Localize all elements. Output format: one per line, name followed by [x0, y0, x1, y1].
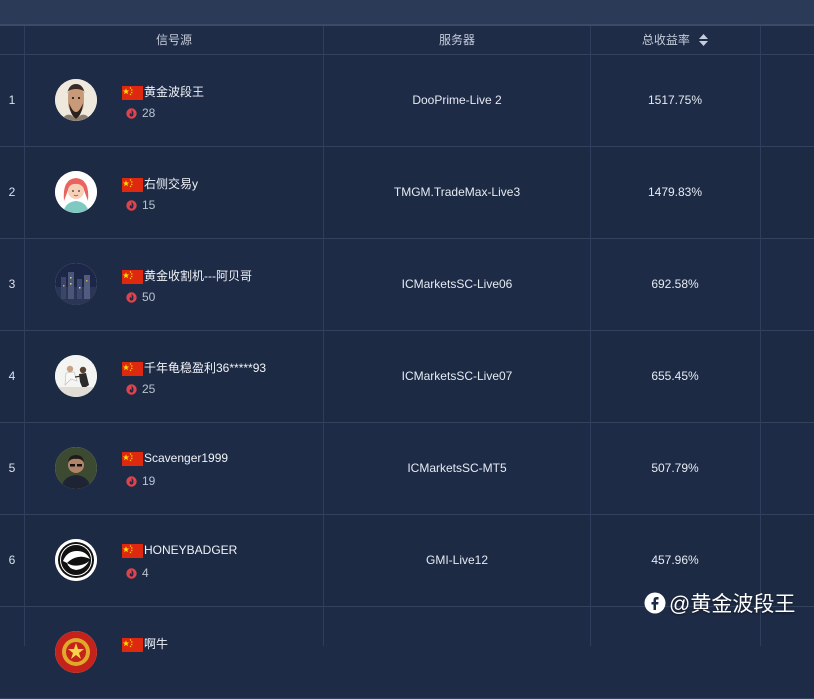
rank-number: 5 — [8, 461, 16, 475]
rank-number — [0, 607, 24, 698]
rank-number: 4 — [8, 369, 16, 383]
follower-count: 25 — [126, 382, 155, 396]
column-header-total-return[interactable]: 总收益率 — [590, 26, 760, 54]
table-row[interactable]: 2 右侧交易y 15 TMGM.TradeMax-Live3 1479.83% — [0, 147, 814, 239]
avatar[interactable] — [55, 263, 97, 305]
watermark-text: @黄金波段王 — [669, 593, 796, 616]
server-name: DooPrime-Live 2 — [412, 93, 502, 107]
server-name: GMI-Live12 — [425, 553, 489, 567]
follower-count-text: 28 — [142, 106, 156, 120]
honey-badger-logo-icon — [55, 539, 97, 581]
china-flag-icon — [122, 361, 143, 376]
fire-icon — [126, 568, 137, 579]
rank-number: 2 — [8, 185, 16, 199]
signal-name-text: HONEYBADGER — [144, 543, 238, 557]
table-row[interactable]: 4 千年龟稳盈利36*****93 25 ICMarketsSC-Live07 … — [0, 331, 814, 423]
follower-count-text: 50 — [142, 290, 156, 304]
column-header-server[interactable]: 服务器 — [324, 26, 590, 54]
column-divider — [590, 26, 591, 646]
follower-count-text: 25 — [142, 382, 156, 396]
follower-count-text: 4 — [142, 566, 149, 580]
china-flag-icon — [122, 637, 143, 652]
china-flag-icon — [122, 451, 143, 466]
sort-icon[interactable] — [699, 28, 709, 56]
column-header-total-return-label: 总收益率 — [641, 33, 690, 47]
total-return-value: 1479.83% — [647, 185, 703, 199]
follower-count: 28 — [126, 106, 155, 120]
server-name: ICMarketsSC-Live06 — [401, 277, 513, 291]
china-flag-icon — [122, 269, 143, 284]
avatar[interactable] — [55, 79, 97, 121]
server-name: ICMarketsSC-Live07 — [401, 369, 513, 383]
total-return-value: 1517.75% — [647, 93, 703, 107]
follower-count-text: 19 — [142, 474, 156, 488]
signal-name[interactable]: 黄金波段王 — [122, 83, 205, 100]
china-flag-icon — [122, 85, 143, 100]
platform-logo-icon — [644, 592, 666, 620]
server-name: ICMarketsSC-MT5 — [407, 461, 507, 475]
signal-name-text: 黄金波段王 — [144, 85, 205, 99]
signal-name[interactable]: 啊牛 — [122, 635, 169, 652]
fire-icon — [126, 476, 137, 487]
night-city-photo-icon — [55, 263, 97, 305]
total-return-value: 655.45% — [651, 369, 699, 383]
column-divider — [323, 26, 324, 646]
signal-name[interactable]: Scavenger1999 — [122, 451, 228, 467]
fire-icon — [126, 108, 137, 119]
table-row[interactable]: 1 黄金波段王 28 DooPrime-Live 2 1517.75% — [0, 55, 814, 147]
table-row[interactable]: 3 黄金收割机---阿贝哥 50 ICMarketsSC-Live06 692.… — [0, 239, 814, 331]
watermark: @黄金波段王 — [644, 588, 796, 616]
follower-count: 4 — [126, 566, 149, 580]
signal-name[interactable]: 千年龟稳盈利36*****93 — [122, 359, 267, 376]
bearded-man-illustration-icon — [55, 79, 97, 121]
column-divider — [760, 26, 761, 646]
signal-name[interactable]: 右侧交易y — [122, 175, 199, 192]
man-portrait-photo-icon — [55, 447, 97, 489]
rank-number: 6 — [8, 553, 16, 567]
follower-count: 15 — [126, 198, 155, 212]
total-return-value: 692.58% — [651, 277, 699, 291]
avatar[interactable] — [55, 539, 97, 581]
avatar[interactable] — [55, 355, 97, 397]
fire-icon — [126, 384, 137, 395]
china-flag-icon — [122, 543, 143, 558]
fire-icon — [126, 292, 137, 303]
total-return-value: 507.79% — [651, 461, 699, 475]
table-row[interactable]: 啊牛 — [0, 607, 814, 699]
table-header: 信号源 服务器 总收益率 — [0, 26, 814, 55]
signal-name-text: 千年龟稳盈利36*****93 — [144, 361, 267, 375]
column-header-signal-source[interactable]: 信号源 — [24, 26, 324, 54]
rank-number: 1 — [8, 93, 16, 107]
follower-count-text: 15 — [142, 198, 156, 212]
fire-icon — [126, 200, 137, 211]
signal-name-text: Scavenger1999 — [144, 451, 229, 465]
martial-arts-photo-icon — [55, 355, 97, 397]
avatar[interactable] — [55, 631, 97, 673]
signal-name-text: 啊牛 — [144, 637, 169, 651]
signal-name-text: 黄金收割机---阿贝哥 — [144, 269, 252, 283]
signal-name[interactable]: 黄金收割机---阿贝哥 — [122, 267, 252, 284]
red-gold-emblem-icon — [55, 631, 97, 673]
avatar[interactable] — [55, 171, 97, 213]
signal-name-text: 右侧交易y — [144, 177, 199, 191]
column-divider — [24, 26, 25, 646]
table-row[interactable]: 5 Scavenger1999 19 ICMarketsSC-MT5 507.7… — [0, 423, 814, 515]
avatar[interactable] — [55, 447, 97, 489]
top-bar — [0, 0, 814, 26]
follower-count: 19 — [126, 474, 155, 488]
china-flag-icon — [122, 177, 143, 192]
server-name: TMGM.TradeMax-Live3 — [393, 185, 521, 199]
rank-number: 3 — [8, 277, 16, 291]
signal-name[interactable]: HONEYBADGER — [122, 543, 237, 559]
cartoon-woman-red-hair-icon — [55, 171, 97, 213]
follower-count: 50 — [126, 290, 155, 304]
